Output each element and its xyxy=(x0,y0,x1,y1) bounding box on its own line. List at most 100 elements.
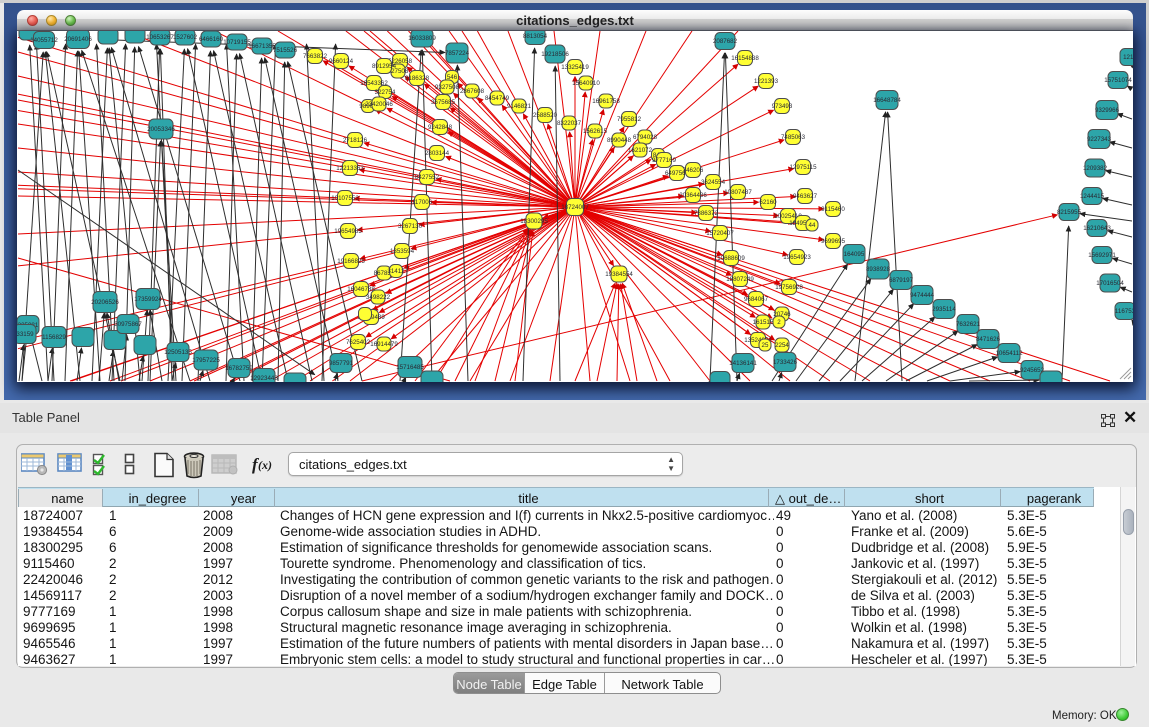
svg-text:9474444: 9474444 xyxy=(910,292,935,299)
svg-text:16782759: 16782759 xyxy=(225,365,253,372)
svg-text:8990448: 8990448 xyxy=(607,137,632,144)
svg-text:16033809: 16033809 xyxy=(408,35,436,42)
svg-text:3675685: 3675685 xyxy=(431,99,456,106)
svg-text:1527602: 1527602 xyxy=(173,34,198,41)
svg-text:12213363: 12213363 xyxy=(336,165,364,172)
svg-text:6466160: 6466160 xyxy=(199,36,224,43)
svg-text:15692971: 15692971 xyxy=(1088,252,1116,259)
svg-text:16154838: 16154838 xyxy=(731,55,759,62)
svg-text:8427552: 8427552 xyxy=(415,174,440,181)
svg-text:10653267: 10653267 xyxy=(146,34,174,41)
svg-text:10719155: 10719155 xyxy=(223,39,251,46)
svg-text:62160: 62160 xyxy=(759,199,777,206)
svg-text:117006: 117006 xyxy=(412,199,433,206)
svg-text:10688609: 10688609 xyxy=(717,255,745,262)
svg-text:17359924: 17359924 xyxy=(134,296,162,303)
svg-text:7485063: 7485063 xyxy=(781,134,806,141)
svg-text:3267130: 3267130 xyxy=(398,223,423,230)
svg-text:8471626: 8471626 xyxy=(976,336,1001,343)
svg-text:7857224: 7857224 xyxy=(445,50,470,57)
svg-text:2087682: 2087682 xyxy=(713,38,738,45)
svg-text:2: 2 xyxy=(777,319,781,326)
svg-text:1621072: 1621072 xyxy=(628,147,653,154)
svg-text:1353594: 1353594 xyxy=(390,248,415,255)
svg-text:16961758: 16961758 xyxy=(592,98,620,105)
svg-text:7955812: 7955812 xyxy=(617,116,642,123)
svg-text:20053346: 20053346 xyxy=(147,126,175,133)
svg-text:13325419: 13325419 xyxy=(561,64,589,71)
svg-text:2254: 2254 xyxy=(775,342,789,349)
svg-text:19166825: 19166825 xyxy=(337,258,365,265)
svg-text:9115460: 9115460 xyxy=(821,206,845,213)
svg-text:9327508: 9327508 xyxy=(435,84,460,91)
svg-text:8454749: 8454749 xyxy=(485,95,510,102)
svg-text:30975867: 30975867 xyxy=(114,321,142,328)
svg-text:1221393: 1221393 xyxy=(754,78,779,85)
svg-text:19654923: 19654923 xyxy=(783,254,811,261)
svg-text:15716485: 15716485 xyxy=(396,364,424,371)
svg-text:2588520: 2588520 xyxy=(533,112,558,119)
svg-text:9463627: 9463627 xyxy=(793,193,818,200)
svg-text:9227343: 9227343 xyxy=(1087,136,1112,143)
svg-text:8322037: 8322037 xyxy=(557,120,582,127)
svg-text:31412: 31412 xyxy=(387,268,405,275)
svg-text:12505135: 12505135 xyxy=(164,349,192,356)
svg-text:322754: 322754 xyxy=(375,89,396,96)
svg-text:20206526: 20206526 xyxy=(91,299,119,306)
svg-text:161515: 161515 xyxy=(753,319,774,326)
svg-text:16046788: 16046788 xyxy=(347,286,375,293)
svg-text:9699695: 9699695 xyxy=(821,238,846,245)
svg-text:(x): (x) xyxy=(258,458,272,472)
svg-text:1156829: 1156829 xyxy=(42,334,66,341)
svg-text:3624554: 3624554 xyxy=(701,179,726,186)
svg-text:1562615: 1562615 xyxy=(583,128,608,135)
svg-text:12923448: 12923448 xyxy=(250,375,278,382)
svg-text:9857791: 9857791 xyxy=(329,360,354,367)
svg-text:19654985: 19654985 xyxy=(334,228,362,235)
svg-text:15720407: 15720407 xyxy=(706,230,734,237)
svg-text:9146821: 9146821 xyxy=(507,103,532,110)
svg-text:9684067: 9684067 xyxy=(744,296,769,303)
svg-text:20364436: 20364436 xyxy=(679,192,707,199)
svg-text:16914479: 16914479 xyxy=(370,341,398,348)
svg-text:9242848: 9242848 xyxy=(428,124,453,131)
svg-text:19756928: 19756928 xyxy=(775,284,803,291)
svg-text:14055712: 14055712 xyxy=(30,37,58,44)
svg-text:1212: 1212 xyxy=(1123,54,1133,61)
svg-text:7625402: 7625402 xyxy=(346,339,371,346)
svg-text:12975115: 12975115 xyxy=(789,164,817,171)
svg-text:25: 25 xyxy=(762,342,769,349)
svg-text:16210643: 16210643 xyxy=(1083,225,1111,232)
svg-text:33159: 33159 xyxy=(17,331,34,338)
svg-text:1209382: 1209382 xyxy=(1083,165,1108,172)
svg-text:19384554: 19384554 xyxy=(605,271,633,278)
svg-text:18807249: 18807249 xyxy=(726,276,754,283)
svg-text:164095: 164095 xyxy=(844,251,865,258)
svg-text:9329966: 9329966 xyxy=(1095,107,1120,114)
svg-text:44: 44 xyxy=(809,222,816,229)
svg-text:2718126: 2718126 xyxy=(343,137,368,144)
svg-text:1733426: 1733426 xyxy=(773,359,798,366)
svg-text:10654112: 10654112 xyxy=(995,350,1023,357)
svg-text:7515526: 7515526 xyxy=(273,47,298,54)
svg-text:10107553: 10107553 xyxy=(331,195,359,202)
svg-text:973493: 973493 xyxy=(772,103,793,110)
svg-text:746206: 746206 xyxy=(683,167,704,174)
svg-text:19218506: 19218506 xyxy=(541,51,569,58)
svg-text:10807487: 10807487 xyxy=(724,189,752,196)
svg-text:2803144: 2803144 xyxy=(425,150,450,157)
svg-text:9777169: 9777169 xyxy=(652,157,677,164)
svg-text:17016504: 17016504 xyxy=(1096,280,1124,287)
svg-text:9660124: 9660124 xyxy=(329,58,354,65)
svg-text:17957225: 17957225 xyxy=(192,357,220,364)
svg-text:18724007: 18724007 xyxy=(561,204,589,211)
svg-text:7632621: 7632621 xyxy=(956,321,981,328)
svg-text:16648784: 16648784 xyxy=(873,97,901,104)
svg-text:15640910: 15640910 xyxy=(572,80,600,87)
svg-text:8912954: 8912954 xyxy=(372,63,397,70)
svg-text:8813054: 8813054 xyxy=(523,33,548,40)
svg-text:2935114: 2935114 xyxy=(932,306,956,313)
svg-text:20691406: 20691406 xyxy=(64,36,92,43)
svg-text:7663822: 7663822 xyxy=(303,53,328,60)
svg-text:8215955: 8215955 xyxy=(1057,209,1082,216)
